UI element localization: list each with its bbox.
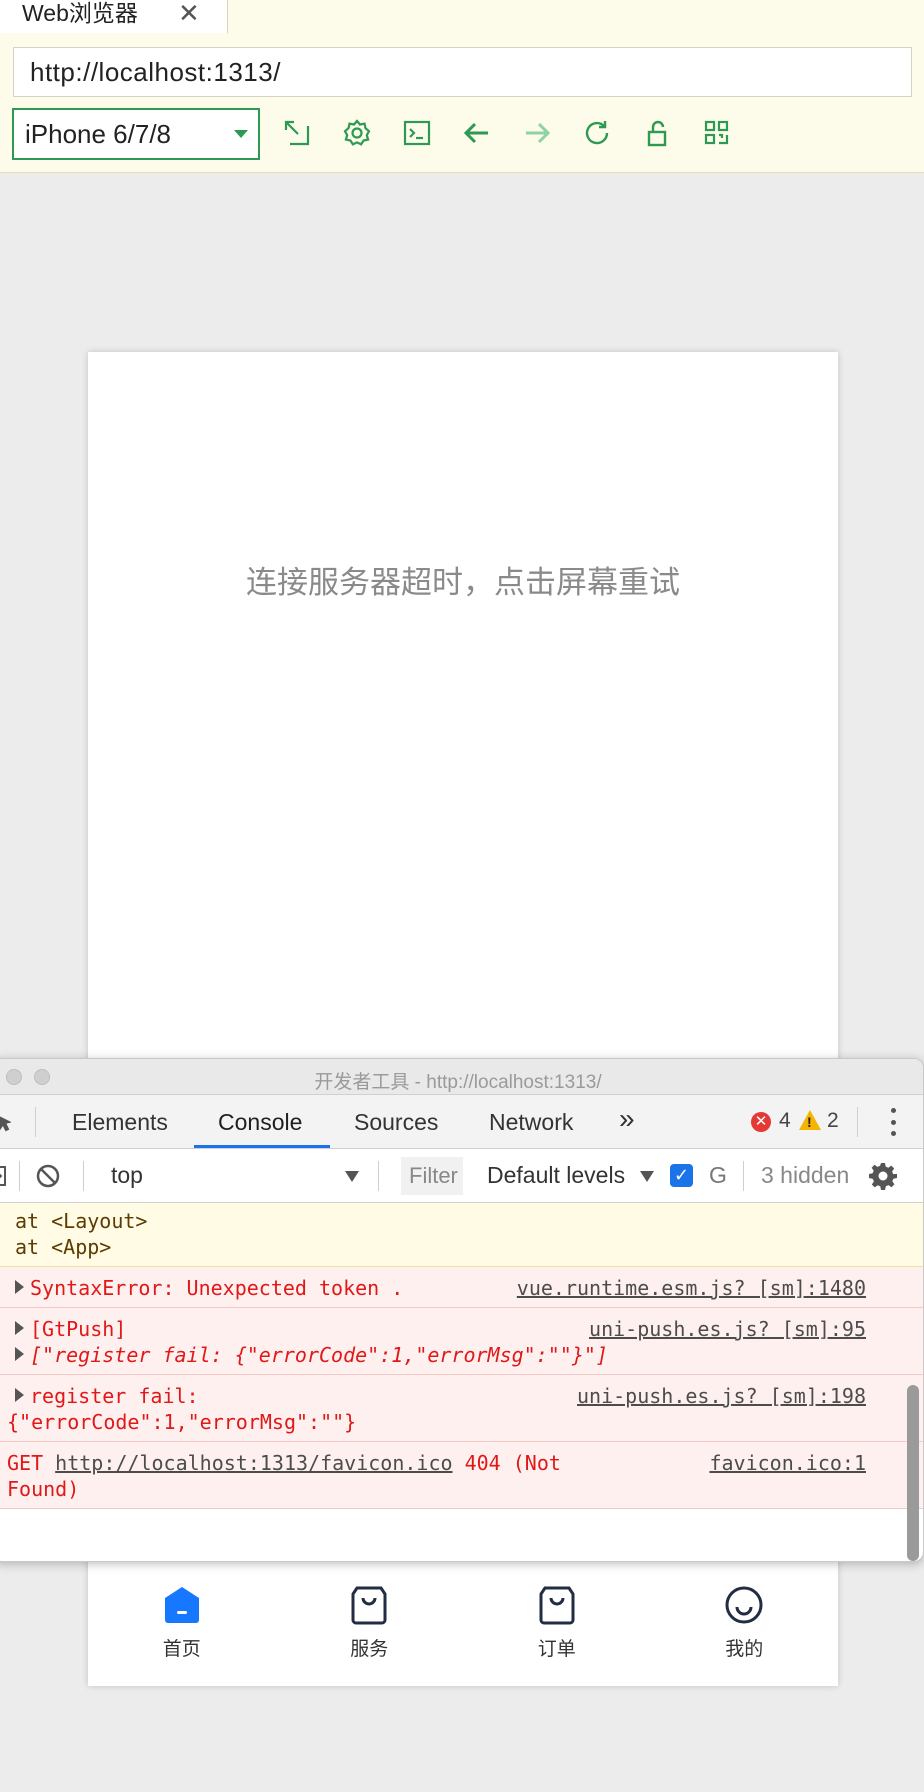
browser-tab[interactable]: Web浏览器 ✕	[0, 0, 228, 33]
request-status-cont: Found)	[7, 1477, 80, 1501]
context-select[interactable]: top	[111, 1162, 143, 1189]
browser-chrome: Web浏览器 ✕ http://localhost:1313/ iPhone 6…	[0, 0, 924, 173]
tabbar-item-orders[interactable]: 订单	[463, 1556, 651, 1686]
timeout-message[interactable]: 连接服务器超时，点击屏幕重试	[88, 557, 838, 602]
divider	[378, 1161, 379, 1191]
console-output: at <Layout> at <App> SyntaxError: Unexpe…	[0, 1203, 923, 1509]
stack-line: at <Layout>	[15, 1209, 148, 1233]
tabbar-item-service[interactable]: 服务	[276, 1556, 464, 1686]
expand-icon[interactable]	[279, 115, 315, 151]
tabbar-label: 我的	[725, 1638, 764, 1660]
request-status: 404 (Not	[464, 1451, 561, 1475]
expand-triangle-icon[interactable]	[15, 1280, 24, 1294]
expand-triangle-icon[interactable]	[15, 1321, 24, 1335]
url-input[interactable]: http://localhost:1313/	[13, 47, 912, 97]
divider	[83, 1161, 84, 1191]
console-error-row[interactable]: SyntaxError: Unexpected token . vue.runt…	[0, 1267, 923, 1308]
source-link[interactable]: vue.runtime.esm.js? [sm]:1480	[517, 1275, 866, 1301]
devtools-title: 开发者工具 - http://localhost:1313/	[314, 1072, 602, 1093]
more-options-icon[interactable]	[891, 1108, 897, 1136]
smile-icon	[725, 1586, 763, 1624]
bottom-tabbar: 首页 服务 订单 我的	[88, 1556, 838, 1686]
tabbar-item-mine[interactable]: 我的	[651, 1556, 839, 1686]
tab-elements[interactable]: Elements	[72, 1109, 168, 1136]
settings-icon[interactable]	[868, 1161, 898, 1191]
tabbar-label: 服务	[350, 1638, 389, 1660]
source-link[interactable]: favicon.ico:1	[709, 1450, 866, 1476]
tab-title: Web浏览器	[22, 0, 138, 26]
error-text: SyntaxError: Unexpected token .	[30, 1276, 404, 1300]
request-url[interactable]: http://localhost:1313/favicon.ico	[55, 1451, 452, 1475]
active-tab-indicator	[194, 1145, 330, 1148]
error-detail: ["register fail: {"errorCode":1,"errorMs…	[30, 1343, 608, 1367]
console-toolbar: top Filter Default levels ✓ G 3 hidden	[0, 1149, 923, 1203]
source-link[interactable]: uni-push.es.js? [sm]:198	[577, 1383, 866, 1409]
log-levels-select[interactable]: Default levels	[487, 1162, 625, 1189]
console-error-row[interactable]: GET http://localhost:1313/favicon.ico 40…	[0, 1442, 923, 1509]
device-select-value: iPhone 6/7/8	[25, 118, 172, 149]
forward-arrow-icon[interactable]	[519, 115, 555, 151]
tab-network[interactable]: Network	[489, 1109, 573, 1136]
expand-triangle-icon[interactable]	[15, 1347, 24, 1361]
filter-input[interactable]: Filter	[401, 1157, 463, 1195]
home-icon	[164, 1587, 199, 1623]
divider	[743, 1161, 744, 1191]
qrcode-icon[interactable]	[699, 115, 735, 151]
warning-stack: at <Layout> at <App>	[0, 1203, 923, 1267]
tabbar-label: 首页	[162, 1638, 201, 1660]
unlock-icon[interactable]	[639, 115, 675, 151]
more-tabs-icon[interactable]: »	[619, 1103, 635, 1135]
divider	[35, 1107, 36, 1137]
request-method: GET	[7, 1451, 44, 1475]
console-scrollbar[interactable]	[907, 1385, 919, 1561]
clear-console-icon[interactable]	[35, 1163, 61, 1189]
devtools-window: 开发者工具 - http://localhost:1313/ Elements …	[0, 1058, 924, 1562]
hidden-count: 3 hidden	[761, 1162, 850, 1188]
settings-icon[interactable]	[339, 115, 375, 151]
caret-down-icon	[345, 1171, 359, 1182]
bag-icon	[539, 1586, 575, 1625]
error-text: [GtPush]	[30, 1317, 127, 1341]
group-similar-label: G	[709, 1162, 727, 1188]
tabbar-label: 订单	[537, 1638, 576, 1660]
error-icon[interactable]: ✕	[751, 1112, 771, 1132]
back-arrow-icon[interactable]	[459, 115, 495, 151]
group-similar-checkbox[interactable]: ✓	[670, 1164, 693, 1187]
sidebar-toggle-icon[interactable]	[0, 1164, 7, 1188]
inspect-icon[interactable]	[0, 1110, 11, 1134]
error-count[interactable]: 4	[779, 1109, 791, 1133]
warning-mark: !	[807, 1114, 812, 1130]
divider	[19, 1161, 20, 1191]
devtools-titlebar[interactable]: 开发者工具 - http://localhost:1313/	[0, 1059, 923, 1095]
tabbar-item-home[interactable]: 首页	[88, 1556, 276, 1686]
tab-sources[interactable]: Sources	[354, 1109, 438, 1136]
terminal-icon[interactable]	[399, 115, 435, 151]
refresh-icon[interactable]	[579, 115, 615, 151]
caret-down-icon	[640, 1171, 654, 1182]
console-error-row[interactable]: register fail: {"errorCode":1,"errorMsg"…	[0, 1375, 923, 1442]
tab-close-icon[interactable]: ✕	[178, 0, 200, 29]
console-error-row[interactable]: [GtPush] ["register fail: {"errorCode":1…	[0, 1308, 923, 1375]
expand-triangle-icon[interactable]	[15, 1388, 24, 1402]
caret-down-icon	[234, 130, 248, 138]
divider	[857, 1107, 858, 1137]
device-select[interactable]: iPhone 6/7/8	[12, 108, 260, 160]
devtools-tabbar: Elements Console Sources Network » ✕ 4 !…	[0, 1095, 923, 1149]
source-link[interactable]: uni-push.es.js? [sm]:95	[589, 1316, 866, 1342]
error-detail: {"errorCode":1,"errorMsg":""}	[7, 1410, 357, 1434]
stack-line: at <App>	[15, 1235, 112, 1259]
warning-count[interactable]: 2	[827, 1109, 839, 1133]
error-text: register fail:	[30, 1384, 199, 1408]
bag-icon	[351, 1586, 387, 1625]
tab-console[interactable]: Console	[218, 1109, 302, 1136]
